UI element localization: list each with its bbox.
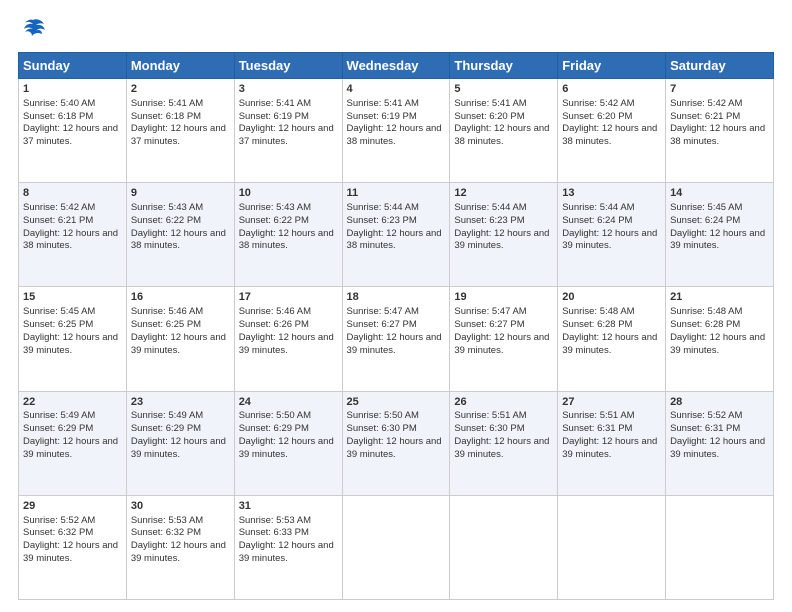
day-number: 19 (454, 290, 553, 305)
calendar-table: Sunday Monday Tuesday Wednesday Thursday… (18, 52, 774, 600)
col-saturday: Saturday (666, 53, 774, 79)
table-row: 15Sunrise: 5:45 AMSunset: 6:25 PMDayligh… (19, 287, 127, 391)
day-number: 27 (562, 395, 661, 410)
table-row: 12Sunrise: 5:44 AMSunset: 6:23 PMDayligh… (450, 183, 558, 287)
logo (18, 18, 46, 42)
table-row: 2Sunrise: 5:41 AMSunset: 6:18 PMDaylight… (126, 79, 234, 183)
calendar-week-row: 8Sunrise: 5:42 AMSunset: 6:21 PMDaylight… (19, 183, 774, 287)
table-row: 6Sunrise: 5:42 AMSunset: 6:20 PMDaylight… (558, 79, 666, 183)
calendar-week-row: 15Sunrise: 5:45 AMSunset: 6:25 PMDayligh… (19, 287, 774, 391)
table-row (558, 495, 666, 599)
table-row: 24Sunrise: 5:50 AMSunset: 6:29 PMDayligh… (234, 391, 342, 495)
table-row: 18Sunrise: 5:47 AMSunset: 6:27 PMDayligh… (342, 287, 450, 391)
calendar-week-row: 22Sunrise: 5:49 AMSunset: 6:29 PMDayligh… (19, 391, 774, 495)
table-row: 9Sunrise: 5:43 AMSunset: 6:22 PMDaylight… (126, 183, 234, 287)
day-number: 20 (562, 290, 661, 305)
day-number: 8 (23, 186, 122, 201)
day-number: 21 (670, 290, 769, 305)
table-row: 23Sunrise: 5:49 AMSunset: 6:29 PMDayligh… (126, 391, 234, 495)
table-row: 17Sunrise: 5:46 AMSunset: 6:26 PMDayligh… (234, 287, 342, 391)
table-row: 25Sunrise: 5:50 AMSunset: 6:30 PMDayligh… (342, 391, 450, 495)
table-row: 7Sunrise: 5:42 AMSunset: 6:21 PMDaylight… (666, 79, 774, 183)
day-number: 22 (23, 395, 122, 410)
col-tuesday: Tuesday (234, 53, 342, 79)
calendar-week-row: 1Sunrise: 5:40 AMSunset: 6:18 PMDaylight… (19, 79, 774, 183)
day-number: 10 (239, 186, 338, 201)
day-number: 4 (347, 82, 446, 97)
day-number: 5 (454, 82, 553, 97)
calendar-week-row: 29Sunrise: 5:52 AMSunset: 6:32 PMDayligh… (19, 495, 774, 599)
table-row: 8Sunrise: 5:42 AMSunset: 6:21 PMDaylight… (19, 183, 127, 287)
day-number: 17 (239, 290, 338, 305)
table-row: 16Sunrise: 5:46 AMSunset: 6:25 PMDayligh… (126, 287, 234, 391)
day-number: 7 (670, 82, 769, 97)
table-row: 20Sunrise: 5:48 AMSunset: 6:28 PMDayligh… (558, 287, 666, 391)
day-number: 28 (670, 395, 769, 410)
col-friday: Friday (558, 53, 666, 79)
logo-bird-icon (20, 18, 46, 40)
table-row: 21Sunrise: 5:48 AMSunset: 6:28 PMDayligh… (666, 287, 774, 391)
day-number: 30 (131, 499, 230, 514)
day-number: 29 (23, 499, 122, 514)
day-number: 3 (239, 82, 338, 97)
header (18, 18, 774, 42)
calendar-header-row: Sunday Monday Tuesday Wednesday Thursday… (19, 53, 774, 79)
day-number: 13 (562, 186, 661, 201)
table-row: 27Sunrise: 5:51 AMSunset: 6:31 PMDayligh… (558, 391, 666, 495)
col-sunday: Sunday (19, 53, 127, 79)
day-number: 6 (562, 82, 661, 97)
table-row: 5Sunrise: 5:41 AMSunset: 6:20 PMDaylight… (450, 79, 558, 183)
table-row: 22Sunrise: 5:49 AMSunset: 6:29 PMDayligh… (19, 391, 127, 495)
day-number: 14 (670, 186, 769, 201)
table-row (666, 495, 774, 599)
day-number: 12 (454, 186, 553, 201)
col-wednesday: Wednesday (342, 53, 450, 79)
day-number: 1 (23, 82, 122, 97)
table-row: 14Sunrise: 5:45 AMSunset: 6:24 PMDayligh… (666, 183, 774, 287)
table-row: 28Sunrise: 5:52 AMSunset: 6:31 PMDayligh… (666, 391, 774, 495)
day-number: 2 (131, 82, 230, 97)
day-number: 25 (347, 395, 446, 410)
day-number: 9 (131, 186, 230, 201)
day-number: 31 (239, 499, 338, 514)
day-number: 11 (347, 186, 446, 201)
table-row: 26Sunrise: 5:51 AMSunset: 6:30 PMDayligh… (450, 391, 558, 495)
table-row: 30Sunrise: 5:53 AMSunset: 6:32 PMDayligh… (126, 495, 234, 599)
table-row (342, 495, 450, 599)
table-row (450, 495, 558, 599)
day-number: 23 (131, 395, 230, 410)
day-number: 15 (23, 290, 122, 305)
day-number: 24 (239, 395, 338, 410)
day-number: 16 (131, 290, 230, 305)
table-row: 11Sunrise: 5:44 AMSunset: 6:23 PMDayligh… (342, 183, 450, 287)
day-number: 18 (347, 290, 446, 305)
col-thursday: Thursday (450, 53, 558, 79)
table-row: 13Sunrise: 5:44 AMSunset: 6:24 PMDayligh… (558, 183, 666, 287)
table-row: 10Sunrise: 5:43 AMSunset: 6:22 PMDayligh… (234, 183, 342, 287)
table-row: 29Sunrise: 5:52 AMSunset: 6:32 PMDayligh… (19, 495, 127, 599)
table-row: 3Sunrise: 5:41 AMSunset: 6:19 PMDaylight… (234, 79, 342, 183)
col-monday: Monday (126, 53, 234, 79)
table-row: 19Sunrise: 5:47 AMSunset: 6:27 PMDayligh… (450, 287, 558, 391)
table-row: 1Sunrise: 5:40 AMSunset: 6:18 PMDaylight… (19, 79, 127, 183)
day-number: 26 (454, 395, 553, 410)
table-row: 31Sunrise: 5:53 AMSunset: 6:33 PMDayligh… (234, 495, 342, 599)
table-row: 4Sunrise: 5:41 AMSunset: 6:19 PMDaylight… (342, 79, 450, 183)
page: Sunday Monday Tuesday Wednesday Thursday… (0, 0, 792, 612)
